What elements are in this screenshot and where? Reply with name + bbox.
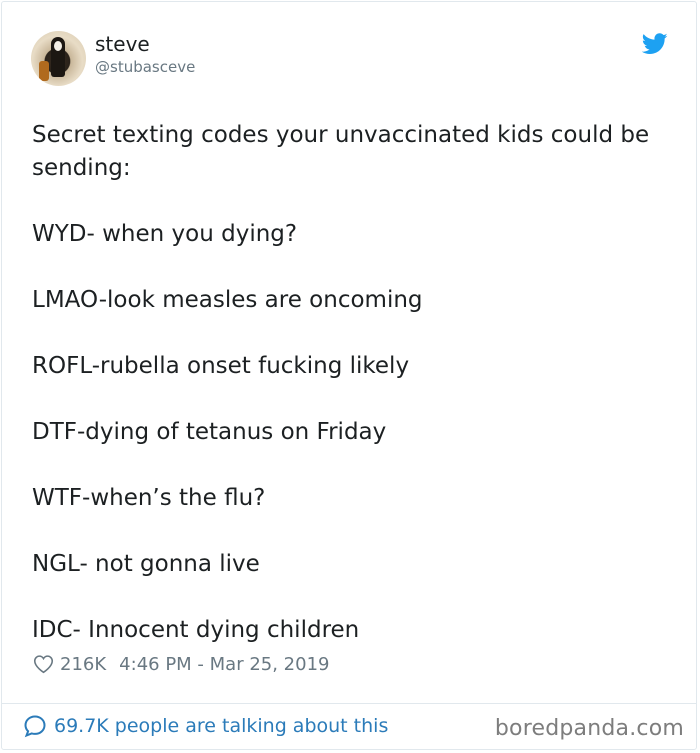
tweet-text: Secret texting codes your unvaccinated k… bbox=[32, 119, 672, 647]
tweet-paragraph-dtf: DTF-dying of tetanus on Friday bbox=[32, 419, 387, 445]
tweet-paragraph-intro: Secret texting codes your unvaccinated k… bbox=[32, 122, 657, 181]
avatar-bottle bbox=[39, 61, 49, 81]
avatar-face bbox=[54, 41, 62, 51]
talking-text[interactable]: 69.7K people are talking about this bbox=[54, 715, 388, 737]
timestamp[interactable]: 4:46 PM - Mar 25, 2019 bbox=[119, 654, 329, 675]
watermark: boredpanda.com bbox=[494, 716, 684, 741]
heart-icon[interactable] bbox=[33, 654, 54, 674]
speech-bubble-icon bbox=[24, 715, 46, 738]
author-name[interactable]: steve bbox=[95, 32, 150, 56]
avatar[interactable] bbox=[31, 31, 86, 86]
like-count[interactable]: 216K bbox=[60, 654, 106, 675]
tweet-paragraph-wyd: WYD- when you dying? bbox=[32, 221, 298, 247]
tweet-paragraph-idc: IDC- Innocent dying children bbox=[32, 617, 360, 643]
tweet-paragraph-ngl: NGL- not gonna live bbox=[32, 551, 260, 577]
twitter-bird-icon[interactable] bbox=[642, 33, 668, 55]
author-handle[interactable]: @stubasceve bbox=[95, 58, 195, 76]
tweet-meta: 216K 4:46 PM - Mar 25, 2019 bbox=[33, 652, 329, 676]
talking-link[interactable]: 69.7K people are talking about this bbox=[23, 714, 388, 738]
tweet-paragraph-wtf: WTF-when’s the flu? bbox=[32, 485, 266, 511]
tweet-paragraph-lmao: LMAO-look measles are oncoming bbox=[32, 287, 423, 313]
tweet-paragraph-rofl: ROFL-rubella onset fucking likely bbox=[32, 353, 410, 379]
footer-divider bbox=[1, 703, 697, 704]
